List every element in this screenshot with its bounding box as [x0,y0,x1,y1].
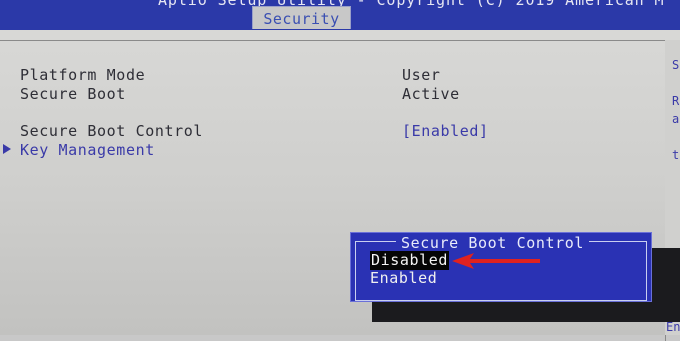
option-enabled[interactable]: Enabled [370,269,437,288]
help-fragment: R [672,94,680,108]
red-arrow-icon [452,253,540,269]
option-disabled[interactable]: Disabled [370,251,450,270]
secure-boot-control-value[interactable]: [Enabled] [402,122,489,140]
title-bar: Aptio Setup Utility - Copyright (C) 2019… [0,0,680,30]
submenu-arrow-icon [3,144,11,154]
key-management-item[interactable]: Key Management [20,141,155,159]
platform-mode-label: Platform Mode [20,66,146,84]
popup-title: Secure Boot Control [396,234,589,252]
app-title: Aptio Setup Utility - Copyright (C) 2019… [158,0,665,9]
secure-boot-label: Secure Boot [20,85,126,103]
footer-fragment: En [666,320,680,334]
tab-security[interactable]: Security [252,6,351,29]
secure-boot-value: Active [402,85,460,103]
help-fragment: t [672,148,680,162]
platform-mode-value: User [402,66,441,84]
help-fragment: a [672,112,680,126]
help-fragment: S [672,58,680,72]
secure-boot-control-label[interactable]: Secure Boot Control [20,122,203,140]
